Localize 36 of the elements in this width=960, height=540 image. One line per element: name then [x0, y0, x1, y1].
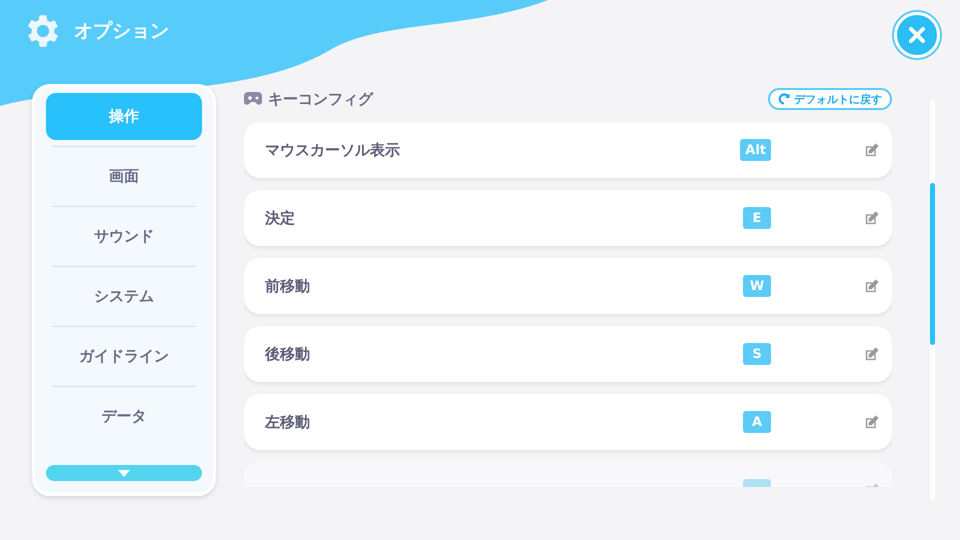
edit-icon[interactable] — [863, 278, 880, 294]
key-badge: E — [743, 207, 771, 229]
action-label: 前移動 — [265, 276, 311, 296]
edit-icon[interactable] — [863, 414, 880, 430]
scrollbar[interactable] — [930, 100, 935, 500]
caret-down-icon — [118, 470, 130, 476]
keybind-row[interactable]: 左移動 A — [244, 394, 892, 450]
edit-icon[interactable] — [863, 346, 880, 362]
close-button[interactable] — [894, 12, 940, 58]
action-label: マウスカーソル表示 — [265, 140, 401, 160]
keybind-row[interactable]: 前移動 W — [244, 258, 892, 314]
sidebar-tab[interactable]: サウンド — [46, 213, 202, 260]
keybind-row[interactable]: マウスカーソル表示 Alt — [244, 122, 892, 178]
sidebar-tab[interactable]: ガイドライン — [46, 333, 202, 380]
sidebar-tab[interactable]: システム — [46, 273, 202, 320]
refresh-icon — [778, 93, 790, 105]
reset-default-button[interactable]: デフォルトに戻す — [768, 88, 892, 110]
scroll-thumb[interactable] — [930, 183, 935, 345]
sidebar-tab[interactable]: 画面 — [46, 153, 202, 200]
action-label: 左移動 — [265, 412, 311, 432]
close-icon — [908, 26, 926, 44]
key-badge: S — [743, 343, 771, 365]
section-title: キーコンフィグ — [268, 90, 373, 108]
action-label: 決定 — [265, 208, 296, 228]
keybind-row[interactable]: 後移動 S — [244, 326, 892, 382]
edit-icon[interactable] — [863, 142, 880, 158]
sidebar-tab[interactable]: データ — [46, 393, 202, 440]
edit-icon[interactable] — [863, 210, 880, 226]
scroll-down-button[interactable] — [46, 465, 202, 481]
keybind-row[interactable]: 決定 E — [244, 190, 892, 246]
key-badge: Alt — [740, 139, 771, 161]
page-title: オプション — [74, 19, 169, 44]
key-badge: W — [743, 275, 771, 297]
gamepad-icon — [244, 92, 262, 106]
key-badge: A — [743, 411, 771, 433]
action-label: 後移動 — [265, 344, 311, 364]
